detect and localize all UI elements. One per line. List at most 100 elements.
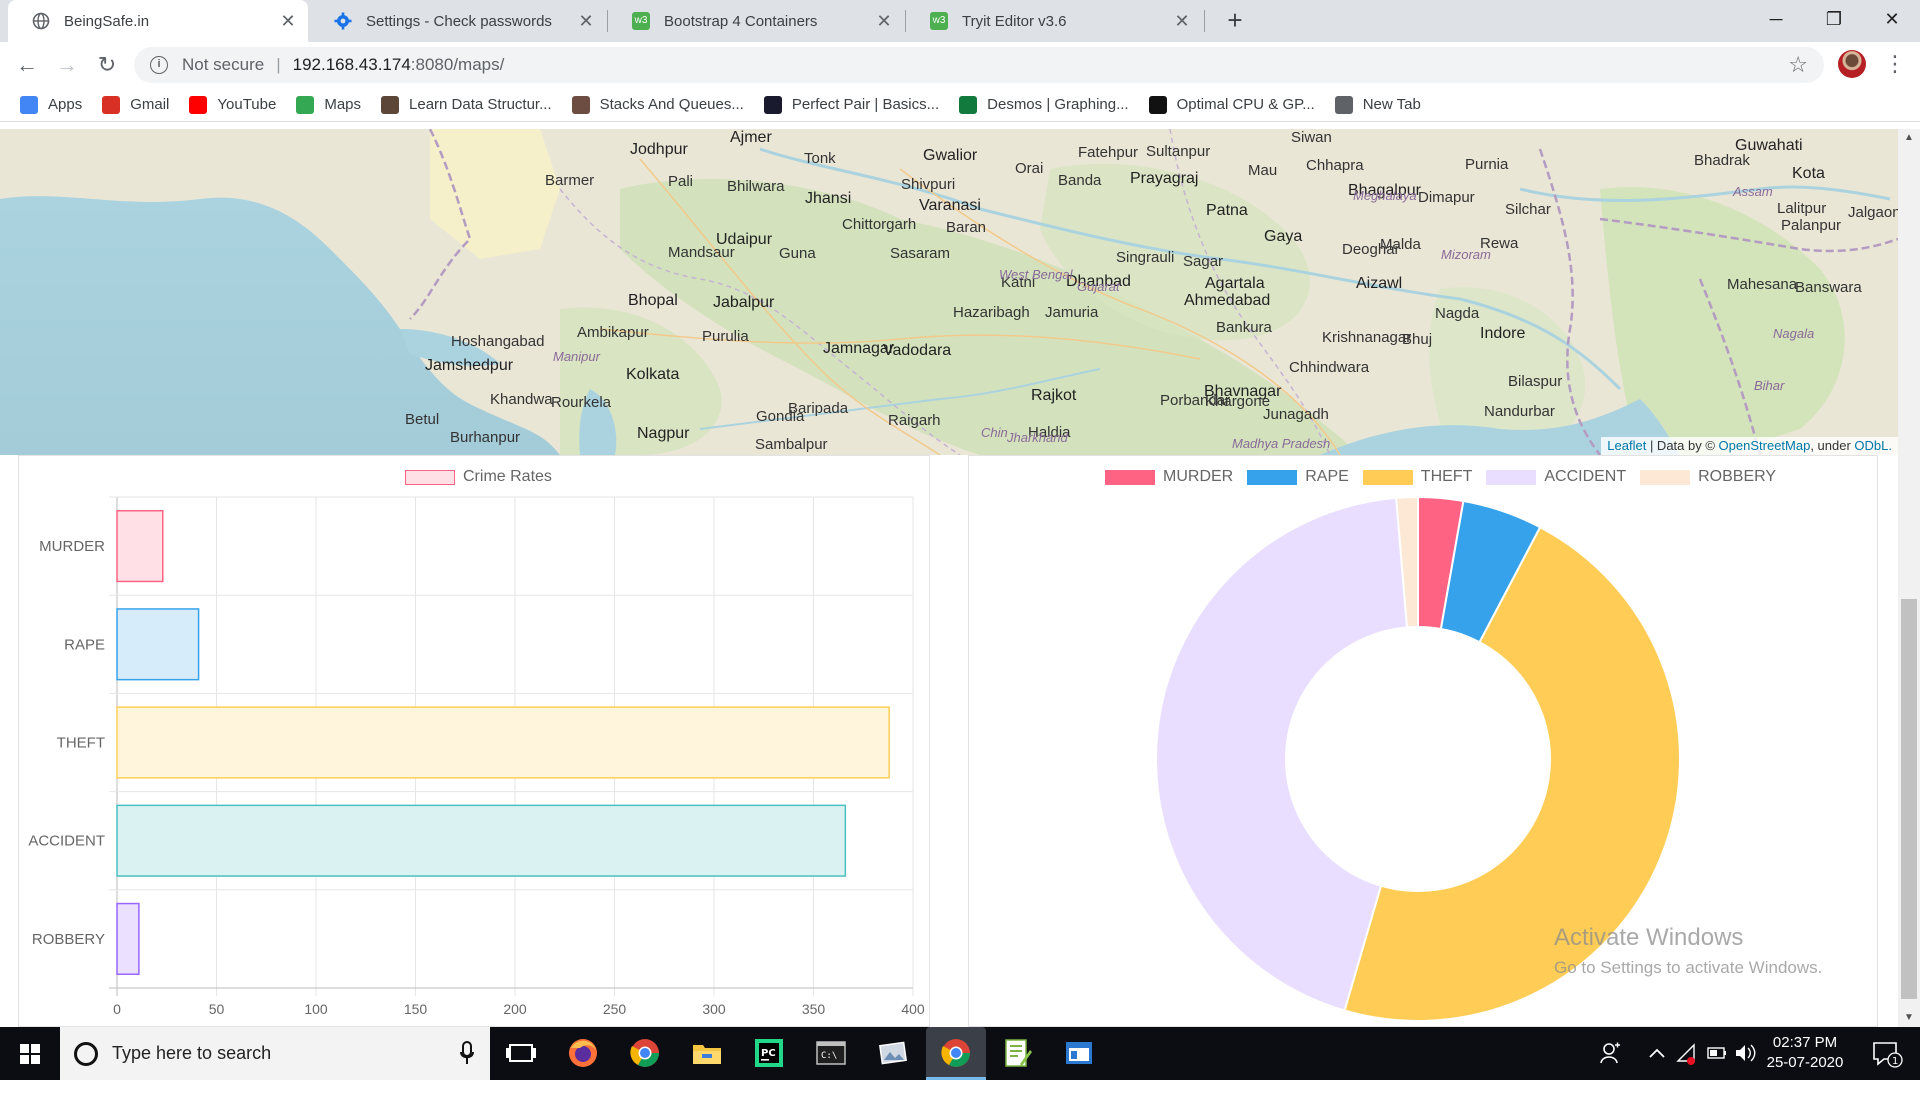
odbl-link[interactable]: ODbL. [1854,438,1892,453]
category-label: RAPE [64,636,105,653]
bookmark-item[interactable]: Perfect Pair | Basics... [763,95,939,114]
close-icon[interactable]: ✕ [576,11,596,31]
notepadpp-icon[interactable] [1000,1036,1034,1070]
notification-icon[interactable]: 1 [1870,1027,1904,1080]
maximize-button[interactable]: ❐ [1806,0,1862,42]
map-place-label: Guna [779,245,816,262]
network-icon[interactable] [1676,1027,1698,1080]
bookmark-label: Desmos | Graphing... [987,96,1129,113]
close-icon[interactable]: ✕ [874,11,894,31]
chevron-up-icon[interactable] [1648,1027,1666,1080]
minimize-button[interactable]: ─ [1748,0,1804,42]
tab-tryit[interactable]: w3 Tryit Editor v3.6 ✕ [906,0,1202,42]
scroll-up-icon[interactable]: ▲ [1898,129,1920,147]
photos-icon[interactable] [876,1036,910,1070]
task-view-icon[interactable] [504,1036,538,1070]
chrome-icon[interactable] [628,1036,662,1070]
new-tab-button[interactable]: + [1220,6,1250,36]
bookmark-item[interactable]: Optimal CPU & GP... [1148,95,1315,114]
map-place-label: Purulia [702,328,749,345]
bookmark-item[interactable]: Desmos | Graphing... [959,95,1129,114]
star-icon[interactable]: ☆ [1788,52,1808,78]
address-bar[interactable]: i Not secure | 192.168.43.174:8080/maps/… [134,47,1824,83]
bookmark-label: YouTube [217,96,277,113]
reload-icon[interactable]: ↻ [92,50,122,80]
url-divider: | [276,55,281,74]
bookmark-item[interactable]: Apps [20,95,82,114]
svg-text:PC: PC [761,1048,776,1059]
globe-icon [1334,95,1353,114]
file-explorer-icon[interactable] [690,1036,724,1070]
microphone-icon[interactable] [460,1041,474,1070]
attribution-text: , under [1810,438,1855,453]
map-place-label: Chin [981,425,1008,440]
taskbar-clock[interactable]: 02:37 PM 25-07-2020 [1760,1033,1850,1073]
close-icon[interactable]: ✕ [278,11,298,31]
tab-settings[interactable]: Settings - Check passwords ✕ [310,0,606,42]
map-place-label: Sasaram [890,245,951,262]
tab-strip: BeingSafe.in ✕ Settings - Check password… [0,0,1920,42]
bookmark-item[interactable]: Maps [296,95,361,114]
close-icon[interactable]: ✕ [1172,11,1192,31]
codechef-icon [381,95,400,114]
bar[interactable] [116,902,140,976]
browser-toolbar: ← → ↻ i Not secure | 192.168.43.174:8080… [0,42,1920,88]
close-window-button[interactable]: ✕ [1864,0,1920,42]
map-place-label: Shivpuri [901,176,956,193]
doughnut-chart-legend[interactable]: MURDER RAPE THEFT ACCIDENT ROBBERY [1105,468,1790,486]
tab-bootstrap[interactable]: w3 Bootstrap 4 Containers ✕ [608,0,904,42]
map-place-label: Khandwa [490,391,553,408]
bookmark-item[interactable]: New Tab [1334,95,1421,114]
scroll-thumb[interactable] [1901,599,1917,999]
bar[interactable] [116,706,890,779]
taskbar-search-input[interactable]: Type here to search [60,1027,490,1080]
bookmark-item[interactable]: Gmail [102,95,169,114]
bar[interactable] [116,608,200,681]
map-place-label: Jalgaon [1848,204,1898,221]
leaflet-map[interactable]: Jodhpur Ajmer Tonk Gwalior Orai Fatehpur Sulta… [0,129,1898,455]
forward-arrow-icon[interactable]: → [52,50,82,80]
osm-link[interactable]: OpenStreetMap [1719,438,1811,453]
info-icon[interactable]: i [150,56,168,74]
book-icon [571,95,590,114]
globe-icon [32,12,50,30]
battery-icon[interactable] [1706,1027,1728,1080]
bar-chart-legend[interactable]: Crime Rates [405,468,552,486]
firefox-icon[interactable] [566,1036,600,1070]
map-place-label: Nagala [1773,326,1815,341]
bar-chart[interactable]: 0 50 100 150 200 250 300 350 400 MURDER RAPE THEFT A… [19,456,929,1026]
scroll-down-icon[interactable]: ▼ [1898,1009,1920,1027]
chrome-active-icon[interactable] [926,1027,986,1080]
map-place-label: Hoshangabad [451,333,545,350]
bar[interactable] [116,509,164,583]
menu-dots-icon[interactable]: ⋮ [1884,50,1906,80]
tab-beingsafe[interactable]: BeingSafe.in ✕ [8,0,308,42]
app-window-icon[interactable] [1062,1036,1096,1070]
map-place-label: Agartala [1205,275,1265,292]
bar[interactable] [116,804,847,877]
leaflet-link[interactable]: Leaflet [1607,438,1646,453]
map-place-label: Bilaspur [1508,373,1563,390]
back-arrow-icon[interactable]: ← [12,50,42,80]
map-place-label: Hazaribagh [953,304,1030,321]
avatar[interactable] [1838,50,1866,78]
terminal-icon[interactable]: C:\ [814,1036,848,1070]
map-place-label: Nandurbar [1484,403,1555,420]
map-place-label: Manipur [553,349,600,364]
x-tick-label: 150 [404,1001,428,1017]
page-scrollbar[interactable]: ▲ ▼ [1898,129,1920,1027]
windows-start-icon[interactable] [0,1027,60,1080]
volume-icon[interactable] [1734,1027,1758,1080]
legend-label: THEFT [1420,468,1473,485]
map-place-label: Fatehpur [1078,144,1139,161]
map-place-label: Lalitpur [1777,200,1827,217]
w3-icon: w3 [930,12,948,30]
pycharm-icon[interactable]: PC [752,1036,786,1070]
legend-label: RAPE [1305,468,1349,485]
people-icon[interactable] [1600,1027,1622,1080]
bookmark-item[interactable]: Stacks And Queues... [571,95,744,114]
bookmark-item[interactable]: Learn Data Structur... [381,95,552,114]
map-place-label: Orai [1015,160,1044,177]
map-place-label: Palanpur [1781,217,1842,234]
bookmark-item[interactable]: YouTube [189,95,277,114]
